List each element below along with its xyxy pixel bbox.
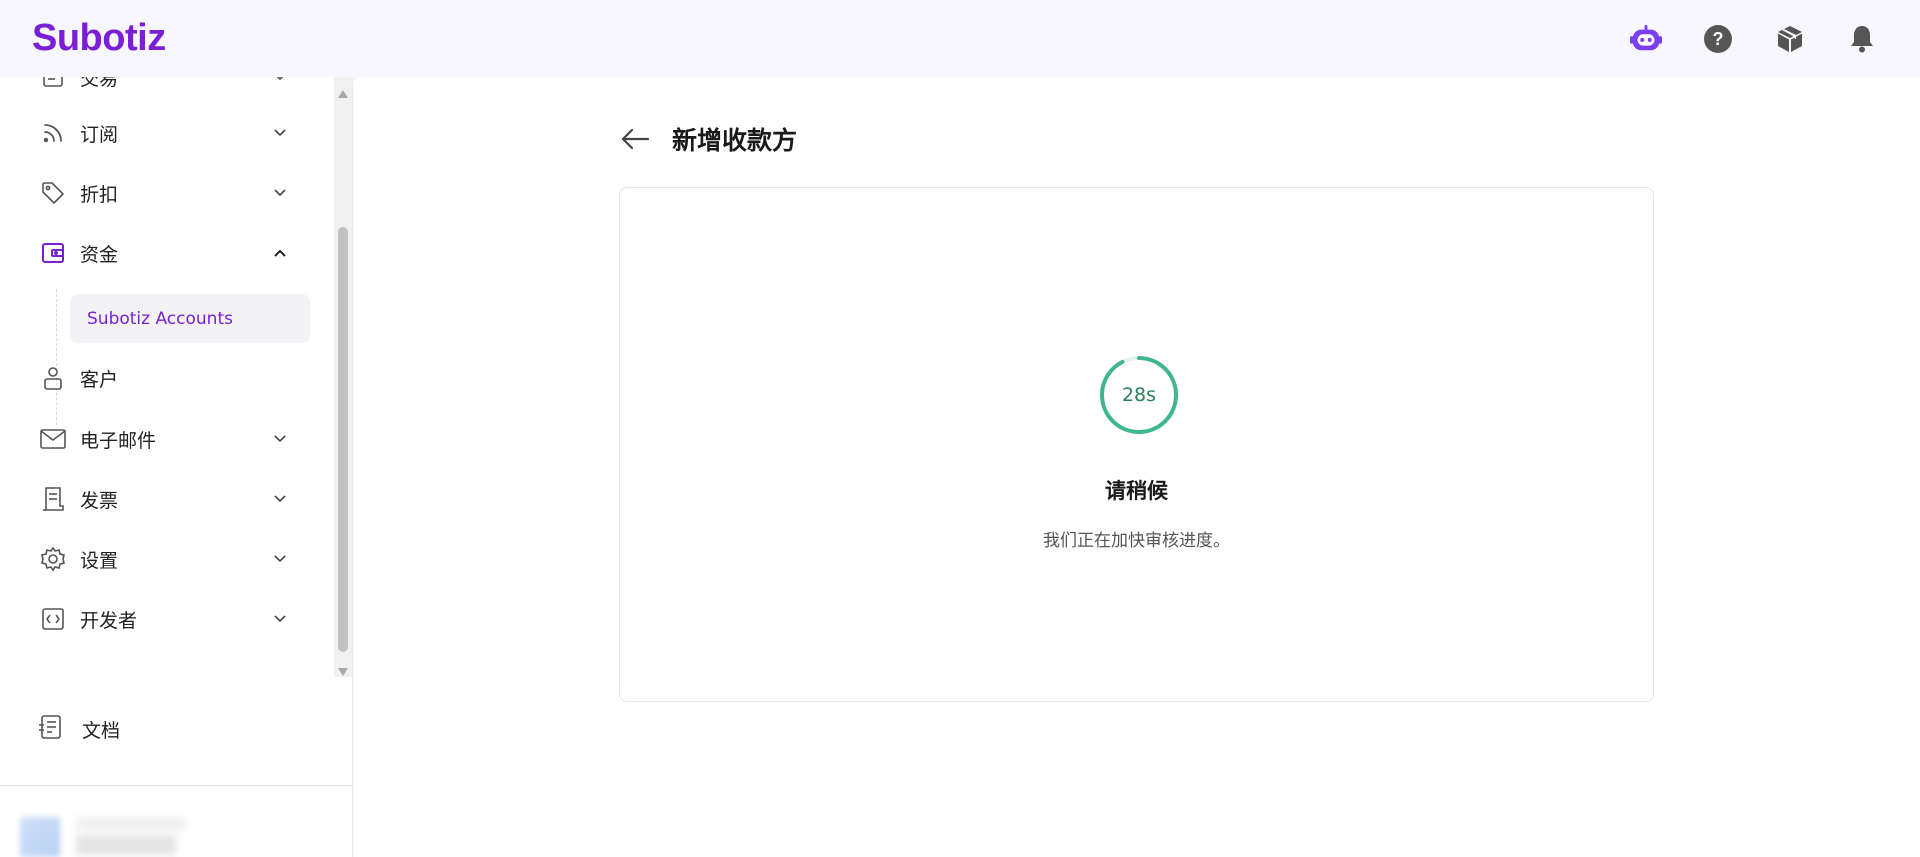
header-icon-group: ?	[1630, 23, 1888, 55]
svg-text:?: ?	[1713, 29, 1724, 49]
review-status-card: 28s 请稍候 我们正在加快审核进度。	[619, 187, 1654, 702]
avatar	[20, 817, 60, 857]
scroll-down-arrow-icon[interactable]	[338, 661, 348, 676]
sidebar-item-customers[interactable]: 客户	[38, 356, 300, 400]
docs-icon	[38, 714, 64, 744]
chevron-down-icon	[270, 489, 290, 509]
package-icon[interactable]	[1774, 23, 1806, 55]
chevron-down-icon	[270, 549, 290, 569]
assistant-bot-icon[interactable]	[1630, 23, 1662, 55]
help-icon[interactable]: ?	[1702, 23, 1734, 55]
mail-icon	[38, 424, 68, 454]
user-icon	[38, 363, 68, 393]
sidebar-item-settings[interactable]: 设置	[38, 537, 300, 581]
invoice-icon	[38, 484, 68, 514]
tag-icon	[38, 178, 68, 208]
user-name-redacted	[76, 835, 176, 855]
top-header: Subotiz ?	[0, 0, 1920, 77]
sidebar-item-label: 开发者	[80, 609, 138, 632]
sidebar-item-label: 交易	[80, 77, 119, 90]
user-profile[interactable]	[18, 817, 208, 857]
sidebar-item-developers[interactable]: 开发者	[38, 597, 300, 641]
page-header: 新增收款方	[618, 119, 797, 159]
sidebar-item-label: 订阅	[80, 123, 119, 146]
sidebar-item-label: 客户	[80, 368, 119, 391]
sidebar-item-label: 电子邮件	[80, 429, 157, 452]
wait-subtitle: 我们正在加快审核进度。	[1043, 531, 1230, 551]
sidebar-item-docs[interactable]: 文档	[38, 707, 120, 751]
sidebar: 交易 订阅 折扣 资金 Subotiz Accounts 客户 电子邮件 发票 …	[0, 77, 353, 857]
sidebar-item-label: 资金	[80, 243, 119, 266]
back-arrow-icon[interactable]	[618, 122, 652, 156]
ledger-icon	[38, 77, 68, 92]
rss-icon	[38, 118, 68, 148]
sidebar-item-transactions[interactable]: 交易	[38, 77, 300, 99]
sidebar-item-label: 折扣	[80, 183, 119, 206]
wait-title: 请稍候	[1105, 479, 1168, 503]
sidebar-item-label: 设置	[80, 549, 119, 572]
sidebar-menu: 交易 订阅 折扣 资金 Subotiz Accounts 客户 电子邮件 发票 …	[0, 77, 334, 677]
chevron-down-icon	[270, 123, 290, 143]
bell-icon[interactable]	[1846, 23, 1878, 55]
main-content: 新增收款方 28s 请稍候 我们正在加快审核进度。	[354, 77, 1920, 857]
countdown-timer: 28s	[1098, 354, 1180, 436]
sidebar-item-discounts[interactable]: 折扣	[38, 171, 300, 215]
chevron-down-icon	[270, 609, 290, 629]
sidebar-item-invoices[interactable]: 发票	[38, 477, 300, 521]
countdown-text: 28s	[1121, 384, 1157, 406]
sidebar-item-subscriptions[interactable]: 订阅	[38, 111, 300, 155]
gear-icon	[38, 544, 68, 574]
page-title: 新增收款方	[672, 126, 798, 155]
subotiz-logo[interactable]: Subotiz	[32, 17, 166, 60]
user-org-redacted	[76, 817, 186, 831]
chevron-down-icon	[270, 183, 290, 203]
wallet-icon	[38, 238, 68, 268]
scrollbar-thumb[interactable]	[338, 227, 348, 652]
chevron-down-icon	[270, 77, 290, 87]
chevron-up-icon	[270, 243, 290, 263]
docs-label: 文档	[82, 719, 121, 742]
sidebar-item-label: 发票	[80, 489, 119, 512]
sidebar-subitem-subotiz-accounts[interactable]: Subotiz Accounts	[70, 294, 310, 343]
sidebar-scrollbar[interactable]	[334, 77, 352, 677]
sidebar-divider	[0, 785, 352, 786]
sidebar-item-email[interactable]: 电子邮件	[38, 417, 300, 461]
scroll-up-arrow-icon[interactable]	[338, 83, 348, 98]
chevron-down-icon	[270, 429, 290, 449]
code-icon	[38, 604, 68, 634]
sidebar-item-funds[interactable]: 资金	[38, 231, 300, 275]
